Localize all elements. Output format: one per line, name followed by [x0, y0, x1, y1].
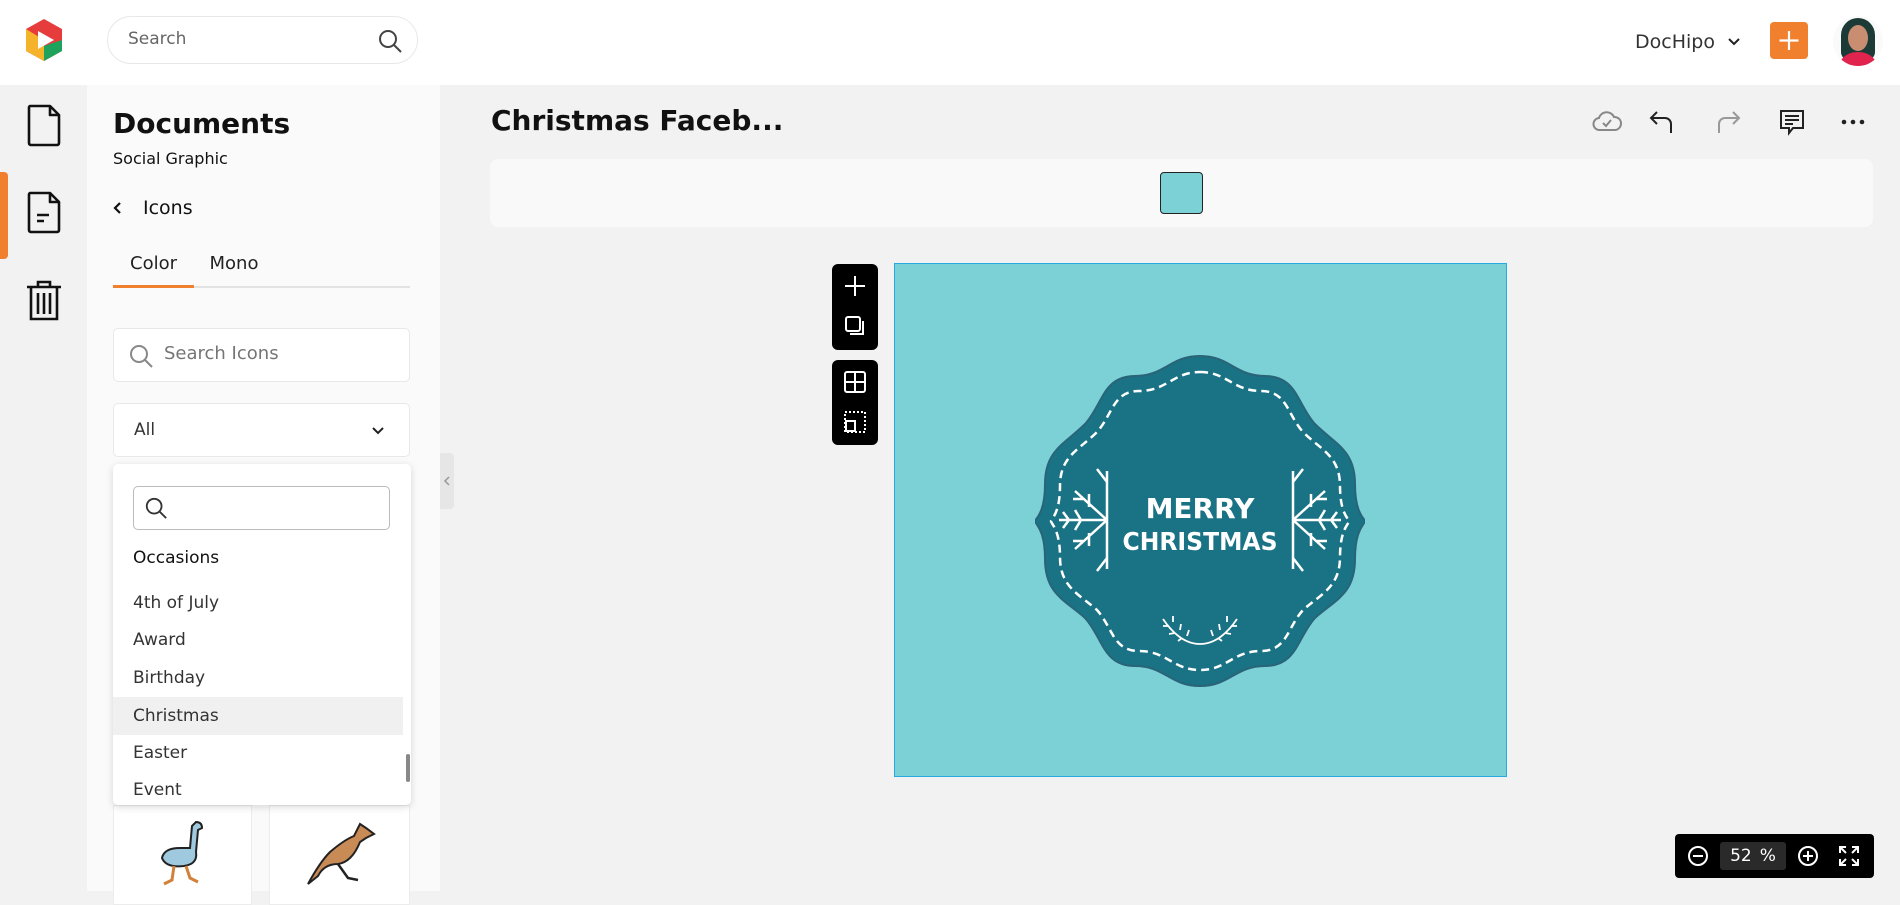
dropdown-item-label: Event	[133, 780, 182, 800]
dropdown-item[interactable]: Easter	[113, 735, 403, 772]
dropdown-item[interactable]: Award	[113, 622, 403, 659]
dropdown-item-label: Award	[133, 630, 186, 650]
dropdown-scrollbar[interactable]	[406, 754, 410, 782]
comment-icon[interactable]	[1776, 106, 1808, 138]
design-canvas[interactable]: MERRY CHRISTMAS	[894, 263, 1507, 777]
badge-line1: MERRY	[1146, 492, 1256, 525]
tab-mono-label: Mono	[209, 253, 259, 274]
zoom-in-icon[interactable]	[1797, 845, 1819, 867]
redo-icon[interactable]	[1711, 106, 1743, 138]
zoom-level[interactable]: 52%	[1720, 842, 1786, 870]
icon-search-input[interactable]	[164, 343, 394, 364]
panel-subtitle: Social Graphic	[113, 149, 228, 168]
fullscreen-icon[interactable]	[1838, 845, 1860, 867]
add-page-icon[interactable]	[843, 274, 867, 298]
ostrich-icon	[160, 820, 204, 886]
zoom-out-icon[interactable]	[1687, 845, 1709, 867]
back-label: Icons	[143, 197, 193, 219]
icon-search[interactable]	[113, 328, 410, 382]
icon-thumbnail-ostrich[interactable]	[113, 805, 252, 905]
dropdown-item[interactable]: 4th of July	[113, 585, 403, 622]
chevron-left-icon	[113, 202, 121, 214]
tab-color[interactable]: Color	[113, 253, 194, 288]
dropdown-search[interactable]	[133, 486, 390, 530]
trash-icon[interactable]	[24, 278, 64, 322]
search-icon	[145, 497, 167, 519]
active-indicator	[0, 172, 8, 259]
document-icon[interactable]	[24, 103, 64, 147]
back-to-icons[interactable]: Icons	[113, 195, 193, 221]
workspace-name: DocHipo	[1635, 31, 1715, 53]
category-value: All	[134, 420, 156, 440]
grid-icon[interactable]	[843, 370, 867, 394]
workspace-selector[interactable]: DocHipo	[1635, 28, 1741, 56]
dropdown-item[interactable]: Birthday	[113, 660, 403, 697]
category-select[interactable]: All	[113, 403, 410, 457]
dropdown-search-input[interactable]	[176, 497, 376, 515]
chevron-left-icon	[443, 476, 450, 486]
global-search-input[interactable]	[128, 29, 358, 49]
cloud-saved-icon	[1592, 111, 1622, 131]
zoom-control: 52%	[1675, 834, 1874, 878]
search-icon[interactable]	[377, 28, 403, 54]
dropdown-item[interactable]: Event	[113, 772, 403, 805]
select-area-icon[interactable]	[843, 410, 867, 434]
more-icon[interactable]	[1837, 106, 1869, 138]
panel-title: Documents	[113, 107, 291, 140]
template-icon[interactable]	[24, 190, 64, 234]
group-label: Occasions	[133, 548, 220, 568]
chevron-down-icon	[372, 427, 384, 435]
dropdown-item-label: Birthday	[133, 668, 206, 688]
dropdown-item-label: Christmas	[133, 706, 219, 726]
zoom-unit: %	[1759, 846, 1776, 866]
dropdown-item-label: Easter	[133, 743, 188, 763]
top-header: DocHipo	[0, 0, 1900, 85]
collapse-panel-handle[interactable]	[440, 453, 454, 509]
tab-mono[interactable]: Mono	[194, 253, 274, 288]
avatar[interactable]	[1833, 16, 1883, 66]
document-title[interactable]: Christmas Faceb...	[491, 104, 783, 137]
christmas-badge-graphic[interactable]: MERRY CHRISTMAS	[1035, 354, 1365, 688]
dochipo-logo[interactable]	[20, 16, 68, 64]
chevron-down-icon	[1728, 38, 1740, 46]
global-search[interactable]	[107, 16, 418, 64]
background-color-swatch[interactable]	[1160, 172, 1203, 214]
dropdown-item-label: 4th of July	[133, 593, 220, 613]
kangaroo-icon	[307, 822, 376, 885]
side-panel: Documents Social Graphic Icons Color Mon…	[87, 85, 440, 905]
icon-thumbnail-kangaroo[interactable]	[269, 805, 410, 905]
left-rail	[0, 85, 87, 891]
plus-icon	[1779, 31, 1799, 50]
context-toolbar	[490, 159, 1873, 227]
page-actions-toolbar	[832, 264, 878, 350]
search-icon	[130, 345, 153, 368]
undo-icon[interactable]	[1647, 106, 1679, 138]
create-button[interactable]	[1770, 22, 1808, 59]
tab-color-label: Color	[130, 253, 177, 274]
layout-toolbar	[832, 360, 878, 445]
category-dropdown: Occasions 4th of July Award Birthday Chr…	[113, 464, 411, 805]
badge-line2: CHRISTMAS	[1123, 527, 1278, 556]
dropdown-item-highlighted[interactable]: Christmas	[113, 697, 403, 735]
duplicate-page-icon[interactable]	[843, 314, 867, 338]
zoom-value: 52	[1730, 846, 1752, 866]
